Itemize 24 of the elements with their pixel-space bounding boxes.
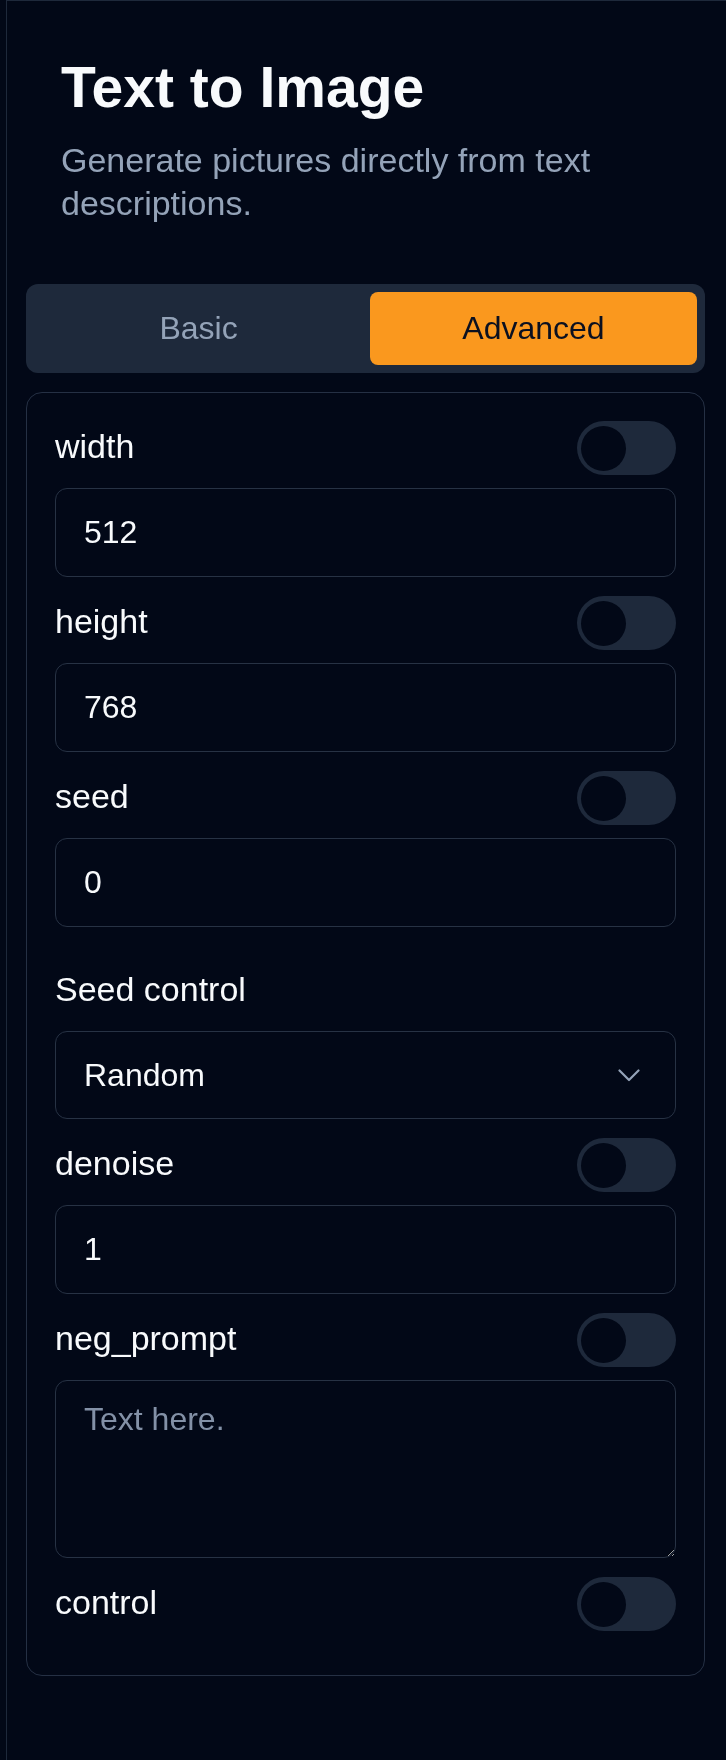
- number-input[interactable]: 0: [55, 838, 676, 928]
- field-label: width: [55, 426, 135, 467]
- field-label: control: [55, 1582, 158, 1623]
- field-label: neg_prompt: [55, 1318, 237, 1359]
- toggle-switch[interactable]: [577, 421, 676, 476]
- field-label: height: [55, 601, 148, 642]
- select-dropdown[interactable]: Random: [55, 1031, 676, 1120]
- toggle-switch[interactable]: [577, 1138, 676, 1193]
- field-label: denoise: [55, 1143, 175, 1184]
- page-subtitle: Generate pictures directly from text descriptions.: [61, 140, 592, 224]
- field-label: seed: [55, 776, 129, 817]
- toggle-switch[interactable]: [577, 1577, 676, 1632]
- number-input[interactable]: 512: [55, 488, 676, 578]
- chevron-down-icon: [618, 1068, 640, 1082]
- tab[interactable]: Basic: [35, 292, 362, 366]
- number-input[interactable]: 1: [55, 1205, 676, 1295]
- text-area[interactable]: Text here.: [55, 1380, 676, 1559]
- toggle-switch[interactable]: [577, 596, 676, 651]
- field-label: Seed control: [55, 969, 246, 1010]
- tab[interactable]: Advanced: [370, 292, 697, 366]
- toggle-switch[interactable]: [577, 1313, 676, 1368]
- toggle-switch[interactable]: [577, 771, 676, 826]
- page-title: Text to Image: [61, 54, 426, 121]
- number-input[interactable]: 768: [55, 663, 676, 753]
